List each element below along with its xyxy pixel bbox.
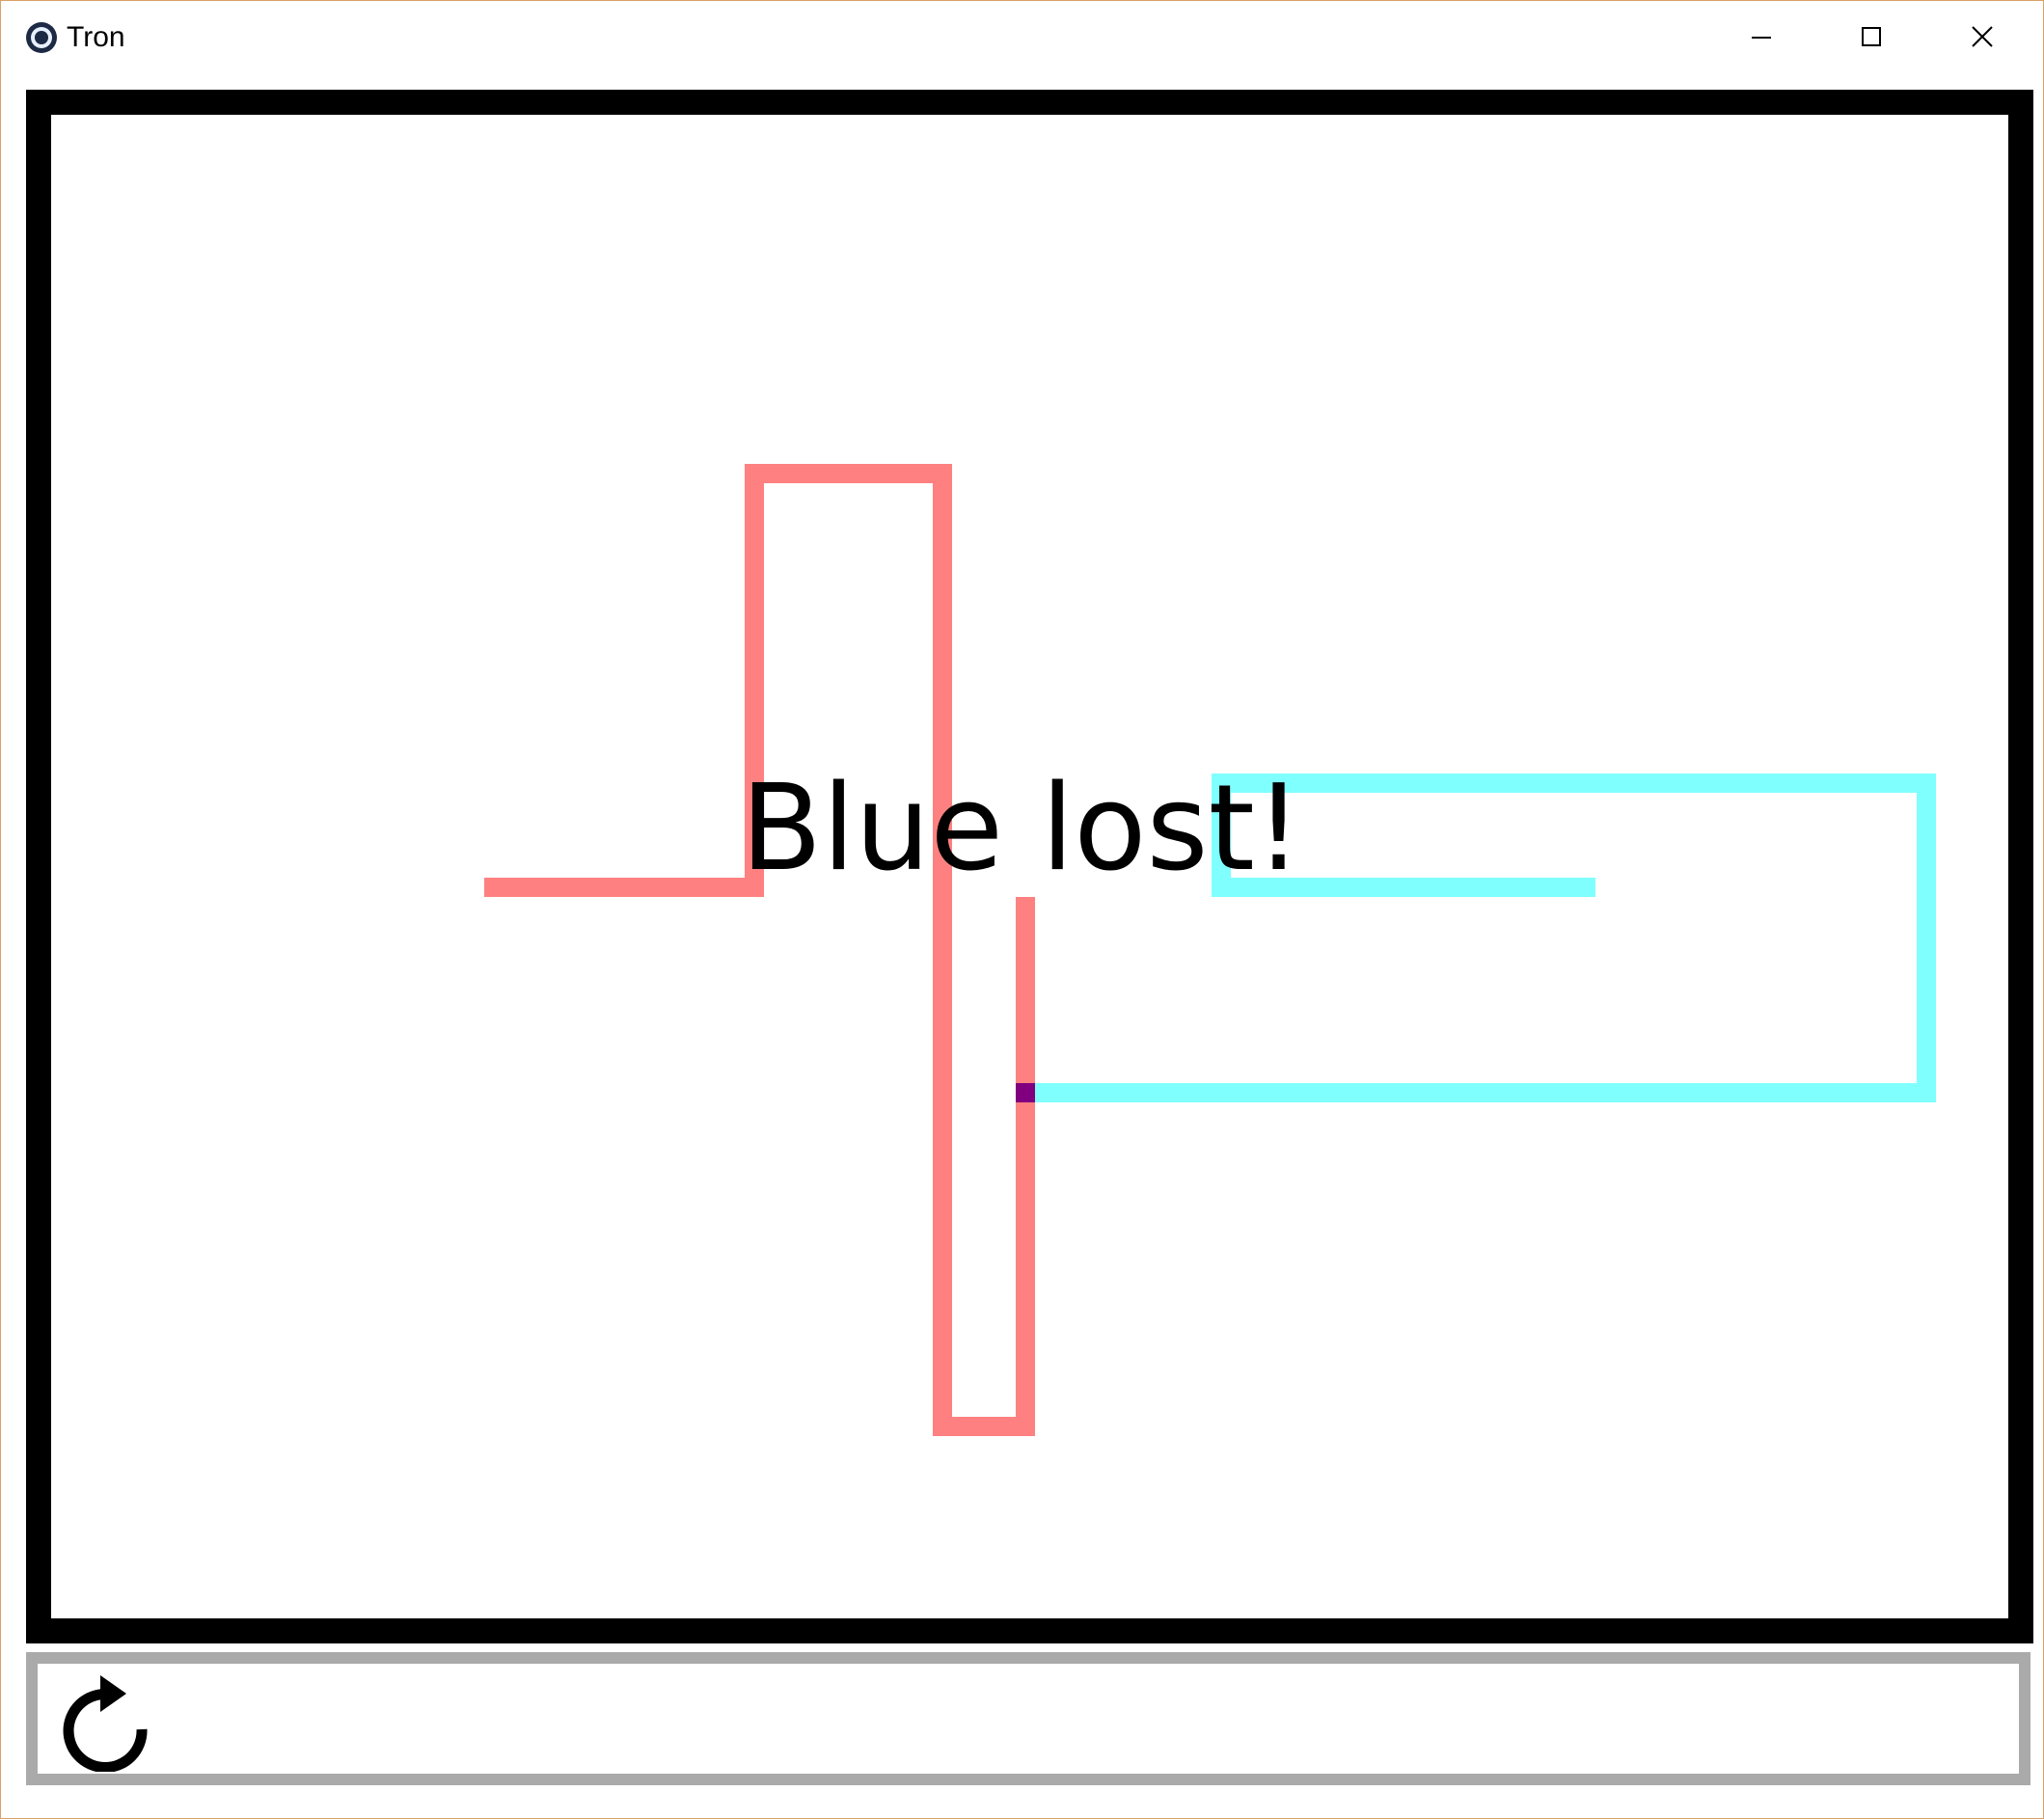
restart-icon [63, 1675, 148, 1774]
minimize-icon [1752, 37, 1771, 39]
maximize-icon [1862, 27, 1881, 46]
restart-button[interactable] [57, 1675, 153, 1774]
minimize-button[interactable] [1705, 1, 1816, 74]
game-over-message: Blue lost! [741, 760, 1302, 898]
control-panel [26, 1652, 2030, 1785]
game-window: Tron Blue lost! [0, 0, 2044, 1819]
tron-app-icon [26, 22, 57, 53]
window-title: Tron [67, 21, 125, 53]
close-button[interactable] [1927, 1, 2038, 74]
collision-marker [1016, 1083, 1035, 1102]
game-arena[interactable]: Blue lost! [26, 90, 2033, 1643]
title-bar[interactable]: Tron [1, 1, 2043, 74]
game-board: Blue lost! [484, 464, 1936, 1436]
red-player-trail [484, 464, 1035, 1436]
maximize-button[interactable] [1816, 1, 1927, 74]
close-icon [1972, 26, 1993, 47]
